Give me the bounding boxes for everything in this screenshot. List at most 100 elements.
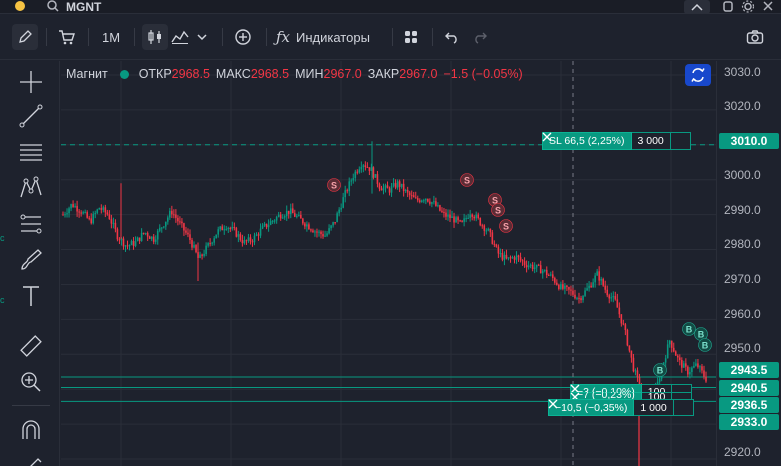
candle-body — [100, 208, 103, 210]
chart-type-dropdown[interactable] — [192, 24, 212, 50]
candle-body — [191, 239, 193, 248]
price-scale[interactable]: 3030.0 3020.0 3000.0 2990.0 2980.0 2970.… — [716, 61, 781, 466]
pattern-icon[interactable] — [18, 175, 44, 201]
candle-body — [576, 297, 578, 299]
candle-body — [463, 218, 465, 222]
candle-body — [477, 214, 480, 219]
legend-symbol[interactable]: Магнит — [66, 67, 108, 81]
candle-body — [429, 201, 431, 204]
magnet-icon[interactable] — [18, 417, 44, 443]
ruler-icon[interactable] — [18, 333, 44, 359]
candle-body — [685, 363, 687, 367]
candle-body — [267, 224, 270, 228]
candle-body — [177, 217, 179, 222]
brush-icon[interactable] — [18, 247, 44, 273]
drawing-toggle-button[interactable] — [12, 24, 38, 50]
zoom-in-icon[interactable] — [18, 369, 44, 395]
indicators-label: Индикаторы — [296, 29, 370, 45]
pencil-icon — [19, 30, 32, 43]
candle-body — [189, 234, 191, 240]
candle-body — [626, 330, 629, 346]
lock-drawings-icon[interactable] — [18, 451, 44, 466]
candle-body — [215, 234, 217, 239]
trend-line-icon[interactable] — [18, 103, 44, 129]
candle-body — [465, 218, 467, 220]
compare-add-button[interactable] — [230, 24, 256, 50]
grid-layout-icon — [405, 31, 417, 43]
window-restore-icon[interactable] — [721, 0, 735, 13]
candle-body — [265, 223, 268, 228]
stop-loss-qty[interactable]: 3 000 — [631, 132, 671, 150]
candle-body — [392, 183, 395, 187]
candle-body — [691, 367, 693, 373]
candle-body — [304, 223, 306, 227]
sync-button[interactable] — [685, 64, 711, 86]
candle-body — [251, 241, 254, 243]
order-3-qty[interactable]: 1 000 — [634, 399, 674, 416]
indicators-button[interactable]: ƒx Индикаторы — [276, 24, 384, 50]
fib-retracement-icon[interactable] — [18, 211, 44, 237]
candles-chart-type-button[interactable] — [142, 24, 168, 50]
candle-body — [162, 226, 165, 228]
limit-order-3[interactable]: −10,5 (−0,35%) 1 000 — [548, 399, 694, 416]
redo-button[interactable] — [468, 24, 492, 50]
cancel-order-button[interactable] — [542, 132, 691, 150]
symbol-ticker[interactable]: MGNT — [66, 0, 101, 14]
candle-body — [171, 210, 173, 215]
candle-body — [287, 210, 290, 214]
text-tool-icon[interactable] — [18, 283, 44, 309]
candle-body — [211, 242, 213, 244]
close-icon — [542, 132, 552, 142]
area-chart-type-button[interactable] — [170, 24, 190, 50]
price-tick: 3030.0 — [724, 65, 761, 79]
candle-body — [431, 202, 433, 204]
candle-body — [90, 218, 93, 224]
search-icon[interactable] — [46, 0, 60, 13]
price-tick: 2980.0 — [724, 237, 761, 251]
horizontal-lines-icon[interactable] — [18, 139, 44, 165]
candle-body — [455, 217, 457, 223]
candle-body — [124, 245, 127, 247]
sync-icon — [691, 68, 705, 82]
candle-body — [261, 225, 264, 229]
candle-body — [263, 223, 266, 226]
collapse-button[interactable] — [684, 0, 710, 14]
candle-body — [612, 296, 615, 298]
stop-loss-order[interactable]: SL 66,5 (2,25%) 3 000 — [542, 132, 691, 150]
screenshot-button[interactable] — [742, 24, 768, 50]
candle-body — [358, 169, 361, 173]
chart-pane[interactable]: SSSSSBBBB Магнит ОТКР 2968.5 МАКС 2968.5… — [61, 61, 716, 466]
candle-body — [427, 198, 429, 202]
candle-body — [394, 183, 397, 188]
candle-body — [344, 190, 346, 198]
candle-body — [624, 324, 627, 331]
cancel-order-button[interactable] — [548, 399, 694, 416]
candle-body — [539, 265, 542, 274]
candle-body — [360, 166, 363, 170]
candle-body — [78, 211, 80, 213]
undo-button[interactable] — [440, 24, 464, 50]
candle-body — [418, 200, 421, 202]
crosshair-icon[interactable] — [18, 69, 44, 95]
legend-low-label: МИН — [295, 67, 324, 81]
candle-body — [384, 185, 387, 188]
trade-cart-button[interactable] — [54, 24, 80, 50]
layouts-button[interactable] — [398, 24, 424, 50]
candle-body — [92, 213, 95, 224]
candle-body — [104, 207, 107, 213]
settings-gear-icon[interactable] — [741, 0, 755, 13]
interval-button[interactable]: 1M — [96, 24, 126, 50]
candle-body — [666, 344, 669, 359]
candle-body — [310, 229, 312, 231]
candle-body — [596, 271, 598, 276]
sell-marker-label: S — [495, 206, 501, 216]
candle-body — [630, 350, 633, 358]
candle-body — [670, 340, 673, 348]
candle-body — [668, 340, 671, 345]
candle-body — [398, 181, 401, 187]
candle-body — [257, 234, 260, 236]
candle-body — [416, 198, 419, 201]
candle-body — [380, 188, 383, 191]
close-icon[interactable] — [761, 0, 775, 13]
undo-icon — [445, 32, 457, 44]
